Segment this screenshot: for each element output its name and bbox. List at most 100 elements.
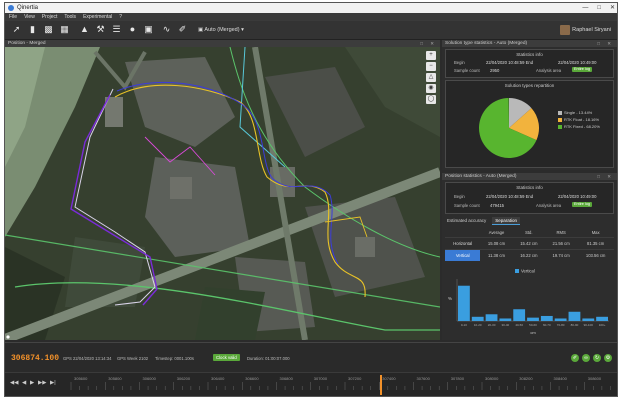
hist-bar	[499, 318, 512, 321]
trajectory-icon[interactable]: ➚	[11, 24, 22, 35]
user-account[interactable]: Raphael Siryani	[560, 24, 611, 36]
solution-info-box: Statistics info Begin 22/04/2020 10:48:5…	[445, 49, 614, 78]
clock-status-badge: Clock valid	[213, 354, 240, 361]
user-name: Raphael Siryani	[572, 27, 611, 33]
panel-controls[interactable]: □ ✕	[597, 40, 614, 47]
solution-repartition-box: Solution types repartition Single - 13.4…	[445, 80, 614, 168]
menu-experimental[interactable]: Experimental	[83, 13, 112, 21]
hist-tick-label: 50-60	[529, 323, 537, 327]
step-forward-icon[interactable]: ▶▶	[38, 380, 46, 386]
menu-project[interactable]: Project	[42, 13, 58, 21]
solution-combo[interactable]: ▣ Auto (Merged) ▾	[195, 25, 247, 35]
maximize-icon[interactable]: □	[597, 3, 601, 13]
menu-file[interactable]: File	[9, 13, 17, 21]
hist-bar	[596, 316, 608, 321]
table-cell: 15.42 cm	[512, 237, 545, 250]
satellite-map[interactable]	[5, 47, 440, 340]
layers-icon[interactable]: △	[426, 73, 436, 82]
timestep: Timestep: 0001.100s	[155, 356, 194, 361]
ruler-label: 307200	[348, 376, 362, 381]
solution-combo-label: Auto (Merged)	[204, 27, 240, 33]
minimize-icon[interactable]: —	[582, 3, 588, 13]
timeline-ruler[interactable]: 305600 305800 306000 306200 306400 306600 3068…	[67, 373, 615, 397]
ruler-label: 306400	[211, 376, 225, 381]
entire-log-button[interactable]: Entire log	[572, 202, 593, 207]
accuracy-table: Average Std. RMS Max Horizontal 15.08 cm…	[445, 228, 614, 261]
begin-value: 22/04/2020 10:48:59 End	[486, 60, 534, 65]
legend-swatch	[558, 110, 562, 115]
row-label-vertical[interactable]: Vertical	[445, 249, 481, 261]
count-label: Sample count	[454, 68, 480, 73]
settings-icon[interactable]: ⚙	[604, 354, 612, 362]
begin-label: Begin	[454, 194, 465, 199]
panel-controls[interactable]: □ ✕	[597, 173, 614, 180]
ruler-label: 308400	[554, 376, 568, 381]
module-icon[interactable]: ▣	[143, 24, 154, 35]
table-cell: 103.56 cm	[577, 249, 614, 261]
table-cell: 16.22 cm	[512, 249, 545, 261]
processing-icon[interactable]: ∿	[161, 24, 172, 35]
link-icon[interactable]: ∞	[582, 354, 590, 362]
table-row[interactable]: Horizontal 15.08 cm 15.42 cm 21.56 cm 81…	[445, 237, 614, 250]
gps-week: GPS Week 2102	[117, 356, 149, 361]
hist-bar	[527, 317, 539, 321]
position-panel-header: Position statistics - Auto (Merged) □ ✕	[442, 173, 617, 180]
tab-estimated-accuracy[interactable]: Estimated accuracy	[444, 217, 489, 225]
panel-controls[interactable]: □ ✕	[420, 40, 437, 47]
begin-label: Begin	[454, 60, 465, 65]
center-icon[interactable]: ◉	[426, 84, 436, 93]
skip-start-icon[interactable]: ◀◀	[10, 380, 18, 386]
table-cell: 15.08 cm	[480, 237, 513, 250]
pin-icon[interactable]: ▮	[27, 24, 38, 35]
zoom-in-icon[interactable]: +	[426, 51, 436, 60]
sync-icon[interactable]: ↻	[593, 354, 601, 362]
wrench-icon[interactable]: ⚒	[95, 24, 106, 35]
map-panel-header: Position - Merged □ ✕	[5, 40, 440, 47]
ruler-label: 307400	[382, 376, 396, 381]
hist-bar	[582, 318, 595, 321]
ruler-label: 307800	[451, 376, 465, 381]
hist-tick-label: 70-80	[557, 323, 565, 327]
playhead[interactable]	[380, 375, 382, 395]
menu-view[interactable]: View	[24, 13, 35, 21]
table-cell: 11.38 cm	[480, 249, 513, 261]
close-icon[interactable]: ✕	[610, 3, 615, 13]
tab-separation[interactable]: Separation	[492, 217, 521, 225]
globe-icon[interactable]: ●	[127, 24, 138, 35]
play-icon[interactable]: ▶	[30, 380, 34, 386]
list-icon[interactable]: ☰	[111, 24, 122, 35]
hist-tick-label: 60-70	[543, 323, 551, 327]
menu-tools[interactable]: Tools	[64, 13, 76, 21]
ruler-label: 306000	[143, 376, 157, 381]
ruler-label: 308200	[519, 376, 533, 381]
skip-end-icon[interactable]: ▶|	[50, 380, 56, 386]
grid-icon[interactable]: ▦	[59, 24, 70, 35]
edit-icon[interactable]: ✐	[571, 354, 579, 362]
hist-tick-label: 90-100	[584, 323, 594, 327]
ruler-label: 306200	[177, 376, 191, 381]
title-bar: Qinertia — □ ✕	[5, 3, 617, 13]
zoom-out-icon[interactable]: −	[426, 62, 436, 71]
legend-swatch	[558, 117, 562, 122]
count-value: 479415	[490, 203, 504, 208]
measure-icon[interactable]: ◯	[426, 95, 436, 104]
row-label-horizontal[interactable]: Horizontal	[445, 237, 481, 250]
table-row[interactable]: Vertical 11.38 cm 16.22 cm 19.74 cm 103.…	[445, 249, 614, 261]
position-panel-title: Position statistics - Auto (Merged)	[445, 174, 517, 179]
current-time: 306874.100	[11, 354, 60, 363]
map-panel-title: Position - Merged	[8, 41, 46, 46]
hist-tick-label: 10-20	[474, 323, 482, 327]
entire-log-button[interactable]: Entire log	[572, 67, 593, 72]
table-header	[445, 228, 480, 238]
window-title: Qinertia	[17, 5, 39, 11]
hist-tick-label: 80-90	[571, 323, 579, 327]
begin-value: 22/04/2020 10:48:59 End	[486, 194, 534, 199]
toolbar: ➚ ▮ ▩ ▦ ▲ ⚒ ☰ ● ▣ ∿ ✐ ▣ Auto (Merged) ▾ …	[5, 21, 617, 40]
bar-chart-icon[interactable]: ▩	[43, 24, 54, 35]
step-back-icon[interactable]: ◀	[22, 380, 26, 386]
menu-help[interactable]: ?	[119, 13, 122, 21]
ruler-label: 305800	[108, 376, 122, 381]
pen-icon[interactable]: ✐	[177, 24, 188, 35]
ruler-label: 307600	[417, 376, 431, 381]
antenna-icon[interactable]: ▲	[79, 24, 90, 35]
